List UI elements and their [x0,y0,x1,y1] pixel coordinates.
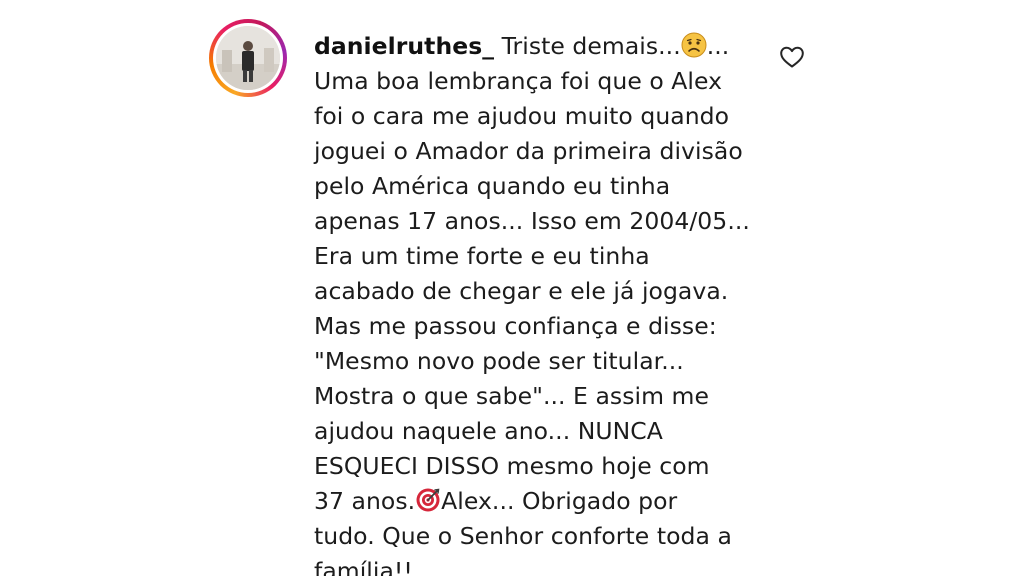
comment-text-start: Triste demais... [494,32,681,60]
comment-line-3: foi o cara me ajudou muito quando [314,102,730,130]
story-ring[interactable] [209,19,287,97]
comment-line-4: joguei o Amador da primeira divisão [314,137,743,165]
comment-line-5: pelo América quando eu tinha [314,172,671,200]
comment-line-7: Era um time forte e eu tinha [314,242,650,270]
comment-line-8: acabado de chegar e ele já jogava. [314,277,729,305]
sad-face-emoji-icon [681,32,707,58]
comment-username[interactable]: danielruthes_ [314,32,494,60]
comment-line-1: danielruthes_ Triste demais... ... [314,29,764,64]
comment-line-12: ajudou naquele ano... NUNCA [314,417,663,445]
comment-body: danielruthes_ Triste demais... ... Uma b… [314,29,764,576]
target-emoji-icon [416,488,440,512]
comment-text-age: 37 anos. [314,487,416,515]
like-button[interactable] [779,45,805,69]
comment-text-thanks: Alex... Obrigado por [441,487,678,515]
comment-line-11: Mostra o que sabe"... E assim me [314,382,709,410]
comment-line-13: ESQUECI DISSO mesmo hoje com [314,452,710,480]
comment-line-6: apenas 17 anos... Isso em 2004/05... [314,207,750,235]
avatar-photo [216,26,280,90]
comment-text-ellipsis: ... [706,32,730,60]
comment-line-9: Mas me passou confiança e disse: [314,312,717,340]
comment-line-2: Uma boa lembrança foi que o Alex [314,67,723,95]
comment-line-10: "Mesmo novo pode ser titular... [314,347,684,375]
comment-item: danielruthes_ Triste demais... ... Uma b… [0,0,1024,576]
comment-line-14: 37 anos. Alex... Obrigado por [314,484,764,519]
comment-line-15: tudo. Que o Senhor conforte toda a [314,522,732,550]
comment-line-16: família!! [314,557,413,576]
avatar[interactable] [216,26,280,90]
heart-outline-icon [780,46,804,68]
